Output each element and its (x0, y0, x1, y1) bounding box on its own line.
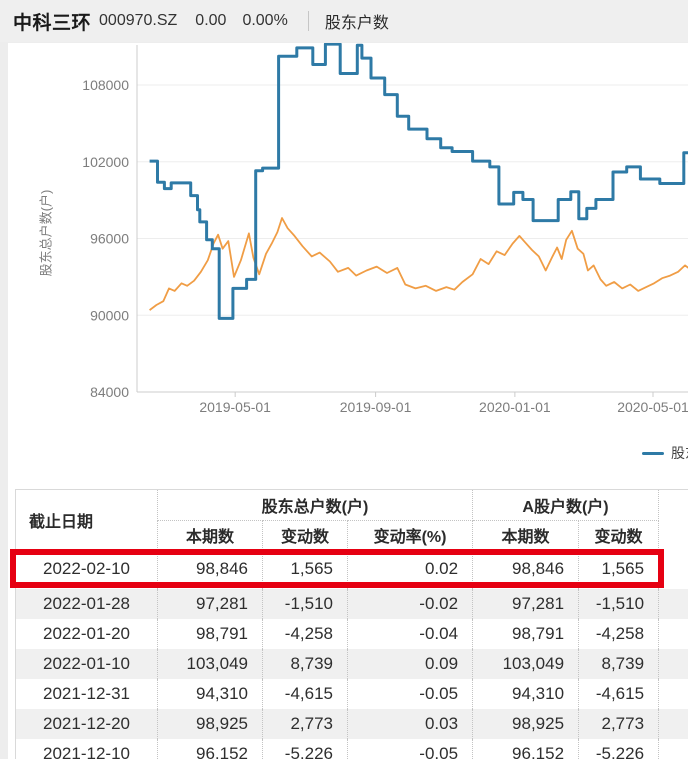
cell-empty (659, 679, 688, 709)
table-row: 2022-02-1098,8461,5650.0298,8461,565 (16, 550, 688, 589)
sub-header-change-rate: 变动率(%) (348, 521, 473, 550)
cell-value: 0.02 (348, 550, 473, 589)
cell-date: 2022-01-10 (16, 649, 158, 679)
cell-value: -4,615 (579, 679, 659, 709)
cell-empty (659, 589, 688, 619)
chart-legend[interactable]: 股东总户数 (642, 443, 688, 463)
cell-value: 1,565 (579, 550, 659, 589)
cell-value: -1,510 (263, 589, 348, 619)
svg-text:84000: 84000 (90, 384, 129, 400)
cell-value: 98,925 (158, 709, 263, 739)
svg-text:108000: 108000 (82, 77, 129, 93)
table-row: 2021-12-2098,9252,7730.0398,9252,773 (16, 709, 688, 739)
price-change-percent: 0.00% (242, 12, 287, 30)
cell-date: 2021-12-10 (16, 739, 158, 759)
shareholder-table: 截止日期 股东总户数(户) A股户数(户) 本期数 变动数 变动率(%) 本期数… (15, 489, 688, 759)
svg-text:2019-09-01: 2019-09-01 (340, 399, 412, 415)
cell-empty (659, 649, 688, 679)
cell-value: -0.04 (348, 619, 473, 649)
legend-label: 股东总户数 (671, 443, 688, 463)
group-header-total-holders: 股东总户数(户) (158, 490, 473, 521)
sub-header-change: 变动数 (263, 521, 348, 550)
svg-text:2020-01-01: 2020-01-01 (479, 399, 551, 415)
header-divider (308, 11, 309, 31)
cell-value: 103,049 (158, 649, 263, 679)
cell-value: -5,226 (263, 739, 348, 759)
cell-value: 0.03 (348, 709, 473, 739)
cell-value: -1,510 (579, 589, 659, 619)
sub-header-change-a: 变动数 (579, 521, 659, 550)
cell-value: -0.05 (348, 679, 473, 709)
cell-value: 96,152 (158, 739, 263, 759)
cell-value: 8,739 (263, 649, 348, 679)
cell-value: 94,310 (158, 679, 263, 709)
svg-text:96000: 96000 (90, 231, 129, 247)
svg-text:90000: 90000 (90, 307, 129, 323)
col-header-date: 截止日期 (16, 490, 158, 550)
legend-line-icon (642, 452, 664, 455)
cell-value: 96,152 (473, 739, 579, 759)
cell-value: 2,773 (263, 709, 348, 739)
cell-value: 0.09 (348, 649, 473, 679)
cell-value: 98,925 (473, 709, 579, 739)
cell-value: -4,258 (263, 619, 348, 649)
cell-value: 97,281 (473, 589, 579, 619)
cell-value: -4,258 (579, 619, 659, 649)
col-header-empty (659, 490, 688, 550)
table-row: 2022-01-10103,0498,7390.09103,0498,739 (16, 649, 688, 679)
cell-value: -4,615 (263, 679, 348, 709)
cell-value: -0.05 (348, 739, 473, 759)
table-row: 2021-12-3194,310-4,615-0.0594,310-4,615 (16, 679, 688, 709)
sub-header-current: 本期数 (158, 521, 263, 550)
price-change: 0.00 (195, 12, 226, 30)
cell-value: 98,791 (473, 619, 579, 649)
cell-value: 103,049 (473, 649, 579, 679)
cell-value: -0.02 (348, 589, 473, 619)
cell-value: 98,846 (158, 550, 263, 589)
svg-text:2020-05-01: 2020-05-01 (617, 399, 688, 415)
group-header-a-share-holders: A股户数(户) (473, 490, 659, 521)
page: 中科三环 000970.SZ 0.00 0.00% 股东户数 股东总户数(户) … (0, 0, 688, 759)
cell-date: 2022-02-10 (16, 550, 158, 589)
table-row: 2022-01-2098,791-4,258-0.0498,791-4,258 (16, 619, 688, 649)
tab-shareholder-count[interactable]: 股东户数 (325, 9, 389, 33)
cell-date: 2022-01-28 (16, 589, 158, 619)
cell-value: 98,846 (473, 550, 579, 589)
cell-empty (659, 619, 688, 649)
cell-value: 8,739 (579, 649, 659, 679)
cell-value: 1,565 (263, 550, 348, 589)
cell-empty (659, 550, 688, 589)
stock-name: 中科三环 (13, 8, 91, 35)
cell-value: 2,773 (579, 709, 659, 739)
svg-text:102000: 102000 (82, 154, 129, 170)
cell-value: 94,310 (473, 679, 579, 709)
table-row: 2022-01-2897,281-1,510-0.0297,281-1,510 (16, 589, 688, 619)
cell-value: 97,281 (158, 589, 263, 619)
svg-text:2019-05-01: 2019-05-01 (199, 399, 271, 415)
cell-date: 2021-12-31 (16, 679, 158, 709)
stock-header: 中科三环 000970.SZ 0.00 0.00% 股东户数 (0, 0, 688, 42)
shareholder-trend-chart[interactable]: 84000 90000 96000 102000 108000 2019-05-01 201… (0, 43, 688, 459)
cell-value: -5,226 (579, 739, 659, 759)
cell-empty (659, 739, 688, 759)
cell-date: 2022-01-20 (16, 619, 158, 649)
table-row: 2021-12-1096,152-5,226-0.0596,152-5,226 (16, 739, 688, 759)
cell-value: 98,791 (158, 619, 263, 649)
cell-date: 2021-12-20 (16, 709, 158, 739)
sub-header-current-a: 本期数 (473, 521, 579, 550)
cell-empty (659, 709, 688, 739)
stock-code: 000970.SZ (99, 12, 177, 30)
